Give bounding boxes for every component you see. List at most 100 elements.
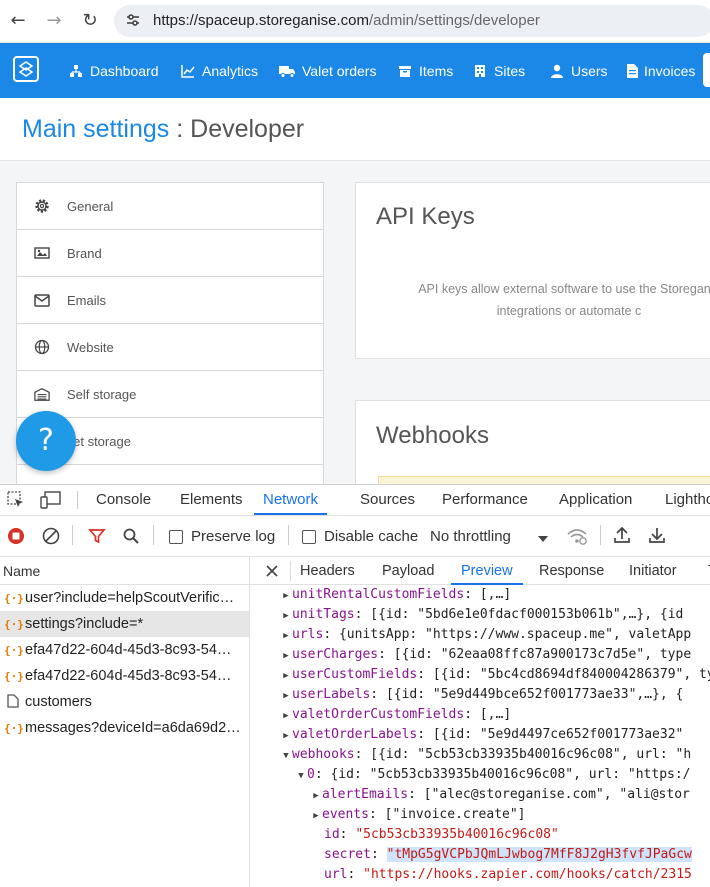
inspect-element-icon[interactable] xyxy=(7,491,25,509)
nav-analytics[interactable]: Analytics xyxy=(180,43,258,98)
json-row[interactable]: ▶ alertEmails: ["alec@storeganise.com", "… xyxy=(310,785,690,805)
json-row[interactable]: ▶ events: ["invoice.create"] xyxy=(310,805,526,825)
import-har-icon[interactable] xyxy=(613,526,631,544)
json-row[interactable]: secret: "tMpG5gVCPbJQmLJwbog7MfF8J2gH3fv… xyxy=(324,845,692,865)
request-row[interactable]: {·} user?include=helpScoutVerific… xyxy=(0,585,249,611)
address-bar[interactable]: https://spaceup.storeganise.com/admin/se… xyxy=(114,5,710,37)
nav-valet-orders[interactable]: Valet orders xyxy=(278,43,376,98)
json-row[interactable]: ▶ userCustomFields: [{id: "5bc4cd8694df84… xyxy=(280,665,710,685)
back-icon[interactable]: ← xyxy=(6,9,30,33)
record-icon[interactable] xyxy=(7,527,25,545)
json-row[interactable]: ▼ webhooks: [{id: "5cb53cb33935b40016c96c… xyxy=(280,745,691,765)
logo-icon[interactable] xyxy=(13,56,39,82)
json-value: [{id: "5cb53cb33935b40016c96c08", url: "… xyxy=(370,747,692,762)
envelope-icon xyxy=(34,292,50,308)
request-row[interactable]: {·} settings?include=* xyxy=(0,611,249,637)
json-value: [,…] xyxy=(479,587,512,602)
request-row[interactable]: {·} efa47d22-604d-45d3-8c93-54… xyxy=(0,663,249,689)
json-key: userCustomFields xyxy=(292,667,418,682)
xhr-icon: {·} xyxy=(4,617,24,631)
tab-lighthouse[interactable]: Lightho xyxy=(665,485,710,515)
api-keys-description: API keys allow external software to use … xyxy=(399,278,710,322)
reload-icon[interactable]: ↻ xyxy=(78,9,102,33)
tab-elements[interactable]: Elements xyxy=(180,485,243,515)
xhr-icon: {·} xyxy=(4,643,24,657)
device-toolbar-icon[interactable] xyxy=(40,491,62,509)
gear-icon xyxy=(34,198,50,214)
json-value: [,…] xyxy=(479,707,512,722)
expand-arrow-icon: ▶ xyxy=(283,611,289,621)
tab-application[interactable]: Application xyxy=(559,485,632,515)
search-icon[interactable] xyxy=(122,527,140,545)
json-row[interactable]: url: "https://hooks.zapier.com/hooks/cat… xyxy=(324,865,692,885)
menu-item-self-storage[interactable]: Self storage xyxy=(17,371,323,418)
json-row[interactable]: id: "5cb53cb33935b40016c96c08" xyxy=(324,825,559,845)
close-icon[interactable] xyxy=(264,563,280,579)
menu-item-website[interactable]: Website xyxy=(17,324,323,371)
forward-icon[interactable]: → xyxy=(42,9,66,33)
truck-icon xyxy=(278,63,296,79)
json-key: urls xyxy=(292,627,324,642)
menu-label: Website xyxy=(67,339,114,355)
json-key: id xyxy=(324,827,340,842)
json-value: ["invoice.create"] xyxy=(384,807,526,822)
tab-response[interactable]: Response xyxy=(539,557,604,585)
help-button[interactable]: ? xyxy=(16,411,76,471)
request-name: efa47d22-604d-45d3-8c93-54… xyxy=(25,642,232,658)
site-settings-icon[interactable] xyxy=(124,12,142,30)
tab-payload[interactable]: Payload xyxy=(382,557,434,585)
json-row[interactable]: ▶ userLabels: [{id: "5e9d449bce652f001773… xyxy=(280,685,683,705)
disable-cache-checkbox[interactable] xyxy=(302,530,316,544)
network-conditions-icon[interactable] xyxy=(566,527,588,545)
expand-arrow-icon: ▶ xyxy=(283,711,289,721)
throttling-select[interactable]: No throttling xyxy=(430,528,511,545)
json-row[interactable]: ▶ userCharges: [{id: "62eaa08ffc87a900173… xyxy=(280,645,691,665)
preserve-log-checkbox[interactable] xyxy=(169,530,183,544)
tab-preview[interactable]: Preview xyxy=(451,557,523,585)
nav-items[interactable]: Items xyxy=(397,43,453,98)
json-row[interactable]: ▶ valetOrderCustomFields: [,…] xyxy=(280,705,511,725)
menu-item-emails[interactable]: Emails xyxy=(17,277,323,324)
menu-item-general[interactable]: General xyxy=(17,183,323,230)
nav-sites[interactable]: Sites xyxy=(472,43,525,98)
page-title-sub: Developer xyxy=(190,115,305,143)
divider xyxy=(288,525,289,545)
page-title-sep: : xyxy=(169,115,191,143)
json-row[interactable]: ▶ urls: {unitsApp: "https://www.spaceup.m… xyxy=(280,625,691,645)
json-row[interactable]: ▼ 0: {id: "5cb53cb33935b40016c96c08", url… xyxy=(295,765,690,785)
api-keys-title: API Keys xyxy=(376,203,475,230)
network-toolbar: Preserve log Disable cache No throttling xyxy=(0,517,710,557)
tab-network[interactable]: Network xyxy=(254,485,328,515)
browser-toolbar: ← → ↻ https://spaceup.storeganise.com/ad… xyxy=(0,0,710,43)
xhr-icon: {·} xyxy=(4,721,24,735)
json-row[interactable]: ▶ valetOrderLabels: [{id: "5e9d4497ce652f… xyxy=(280,725,683,745)
page-title-main[interactable]: Main settings xyxy=(22,115,169,143)
json-row[interactable]: ▶ unitTags: [{id: "5bd6e1e0fdacf000153b06… xyxy=(280,605,683,625)
expand-arrow-icon: ▶ xyxy=(283,591,289,601)
request-row[interactable]: {·} messages?deviceId=a6da69d2… xyxy=(0,715,249,741)
menu-item-brand[interactable]: Brand xyxy=(17,230,323,277)
nav-label: Users xyxy=(571,62,608,79)
json-key: valetOrderLabels xyxy=(292,727,418,742)
chevron-down-icon[interactable] xyxy=(537,531,549,542)
tab-sources[interactable]: Sources xyxy=(360,485,415,515)
json-row[interactable]: ▶ unitRentalCustomFields: [,…] xyxy=(280,585,511,605)
tab-console[interactable]: Console xyxy=(96,485,151,515)
nav-invoices[interactable]: Invoices xyxy=(626,43,695,98)
request-row[interactable]: {·} efa47d22-604d-45d3-8c93-54… xyxy=(0,637,249,663)
json-value-highlighted: "tMpG5gVCPbJQmLJwbog7MfF8J2gH3fvfJPaGcw xyxy=(386,847,692,862)
header-action-button[interactable] xyxy=(703,53,710,87)
json-value: [{id: "5bc4cd8694df840004286379", type xyxy=(432,667,710,682)
request-row[interactable]: customers xyxy=(0,689,249,715)
name-column-header[interactable]: Name xyxy=(0,557,250,585)
nav-users[interactable]: Users xyxy=(549,43,608,98)
tab-headers[interactable]: Headers xyxy=(300,557,355,585)
tab-performance[interactable]: Performance xyxy=(442,485,528,515)
clear-icon[interactable] xyxy=(42,527,60,545)
nav-dashboard[interactable]: Dashboard xyxy=(68,43,159,98)
json-value: {unitsApp: "https://www.spaceup.me", val… xyxy=(338,627,692,642)
tab-initiator[interactable]: Initiator xyxy=(629,557,677,585)
filter-icon[interactable] xyxy=(88,527,106,545)
export-har-icon[interactable] xyxy=(648,526,666,544)
request-name: customers xyxy=(25,694,92,710)
